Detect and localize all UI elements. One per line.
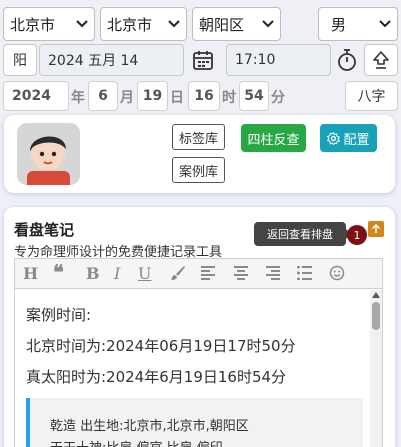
config-label: 配置 bbox=[343, 132, 370, 148]
province-select[interactable]: 北京市 bbox=[3, 7, 95, 41]
chevron-down-icon bbox=[379, 20, 391, 28]
emoji-icon[interactable] bbox=[329, 265, 345, 281]
year-input[interactable]: 2024 bbox=[3, 81, 69, 111]
calendar-icon bbox=[193, 51, 213, 70]
tag-library-label: 标签库 bbox=[178, 131, 218, 147]
city-select[interactable]: 北京市 bbox=[100, 7, 187, 41]
province-value: 北京市 bbox=[10, 15, 56, 34]
hour-input[interactable]: 16 bbox=[188, 81, 220, 111]
bazi-button[interactable]: 八字 bbox=[345, 81, 398, 111]
day-unit: 日 bbox=[170, 90, 184, 106]
notification-badge: 1 bbox=[347, 225, 367, 245]
editor-scrollbar-track[interactable] bbox=[370, 290, 382, 447]
minute-input[interactable]: 54 bbox=[239, 81, 269, 111]
year-unit: 年 bbox=[71, 90, 85, 106]
upload-button[interactable] bbox=[364, 44, 398, 76]
date-value: 2024 五月 14 bbox=[48, 53, 139, 69]
italic-icon[interactable]: I bbox=[114, 264, 120, 283]
arrow-up-icon bbox=[371, 224, 381, 233]
upload-arrow-icon bbox=[373, 51, 389, 69]
quote-line-birthplace: 乾造 出生地:北京市,北京市,朝阳区 bbox=[50, 419, 249, 434]
true-solar-time-line: 真太阳时为:2024年6月19日16时54分 bbox=[26, 368, 287, 386]
align-center-icon[interactable] bbox=[233, 266, 249, 280]
district-select[interactable]: 朝阳区 bbox=[192, 7, 281, 41]
hour-value: 16 bbox=[194, 88, 214, 104]
quote-icon[interactable]: ❝ bbox=[53, 260, 64, 284]
editor-toolbar bbox=[14, 258, 383, 288]
month-input[interactable]: 6 bbox=[88, 81, 118, 111]
heading-icon[interactable]: H bbox=[23, 264, 38, 283]
four-pillars-label: 四柱反查 bbox=[247, 132, 300, 148]
date-field[interactable]: 2024 五月 14 bbox=[39, 44, 184, 76]
config-button[interactable]: 配置 bbox=[320, 124, 377, 152]
day-value: 19 bbox=[142, 88, 163, 104]
scroll-up-arrow-icon[interactable] bbox=[372, 292, 380, 298]
scroll-top-button[interactable] bbox=[368, 221, 384, 237]
align-right-icon[interactable] bbox=[265, 266, 281, 280]
gender-value: 男 bbox=[331, 15, 347, 34]
year-value: 2024 bbox=[12, 88, 51, 104]
tag-library-button[interactable]: 标签库 bbox=[172, 124, 225, 150]
month-value: 6 bbox=[98, 88, 108, 104]
calendar-type-label: 阳 bbox=[13, 53, 27, 69]
notes-title: 看盘笔记 bbox=[14, 221, 75, 239]
underline-icon[interactable]: U bbox=[138, 264, 151, 283]
stopwatch-icon bbox=[338, 49, 356, 71]
time-value: 17:10 bbox=[235, 52, 276, 68]
four-pillars-button[interactable]: 四柱反查 bbox=[241, 124, 306, 152]
calendar-button[interactable] bbox=[186, 44, 220, 76]
day-input[interactable]: 19 bbox=[137, 81, 168, 111]
hour-unit: 时 bbox=[222, 90, 236, 106]
district-value: 朝阳区 bbox=[199, 15, 245, 34]
beijing-time-line: 北京时间为:2024年06月19日17时50分 bbox=[26, 337, 296, 355]
list-icon[interactable] bbox=[297, 266, 313, 280]
editor-scrollbar-thumb[interactable] bbox=[372, 302, 380, 330]
align-left-icon[interactable] bbox=[200, 266, 216, 280]
chevron-down-icon bbox=[168, 20, 180, 28]
month-unit: 月 bbox=[120, 90, 134, 106]
tooltip-label: 返回查看排盘 bbox=[267, 228, 333, 241]
chevron-down-icon bbox=[76, 20, 88, 28]
gear-icon bbox=[327, 131, 341, 145]
city-value: 北京市 bbox=[107, 15, 153, 34]
minute-value: 54 bbox=[244, 88, 264, 104]
brush-icon[interactable] bbox=[170, 265, 186, 281]
bold-icon[interactable]: B bbox=[86, 264, 100, 283]
bazi-button-label: 八字 bbox=[357, 89, 386, 105]
gender-select[interactable]: 男 bbox=[318, 7, 398, 41]
minute-unit: 分 bbox=[271, 90, 285, 106]
case-time-label: 案例时间: bbox=[26, 306, 92, 324]
time-field[interactable]: 17:10 bbox=[226, 44, 331, 76]
quote-line-ten-gods: 天干十神:比肩 偏官 比肩 偏印 bbox=[50, 437, 223, 447]
chevron-down-icon bbox=[262, 20, 274, 28]
avatar-icon bbox=[27, 136, 70, 185]
clock-button[interactable] bbox=[333, 44, 361, 76]
badge-count: 1 bbox=[353, 228, 361, 242]
back-to-chart-tooltip[interactable]: 返回查看排盘 bbox=[254, 222, 346, 246]
avatar bbox=[17, 123, 80, 185]
case-library-label: 案例库 bbox=[178, 164, 218, 180]
calendar-type-toggle[interactable]: 阳 bbox=[3, 44, 37, 76]
case-library-button[interactable]: 案例库 bbox=[172, 157, 225, 183]
